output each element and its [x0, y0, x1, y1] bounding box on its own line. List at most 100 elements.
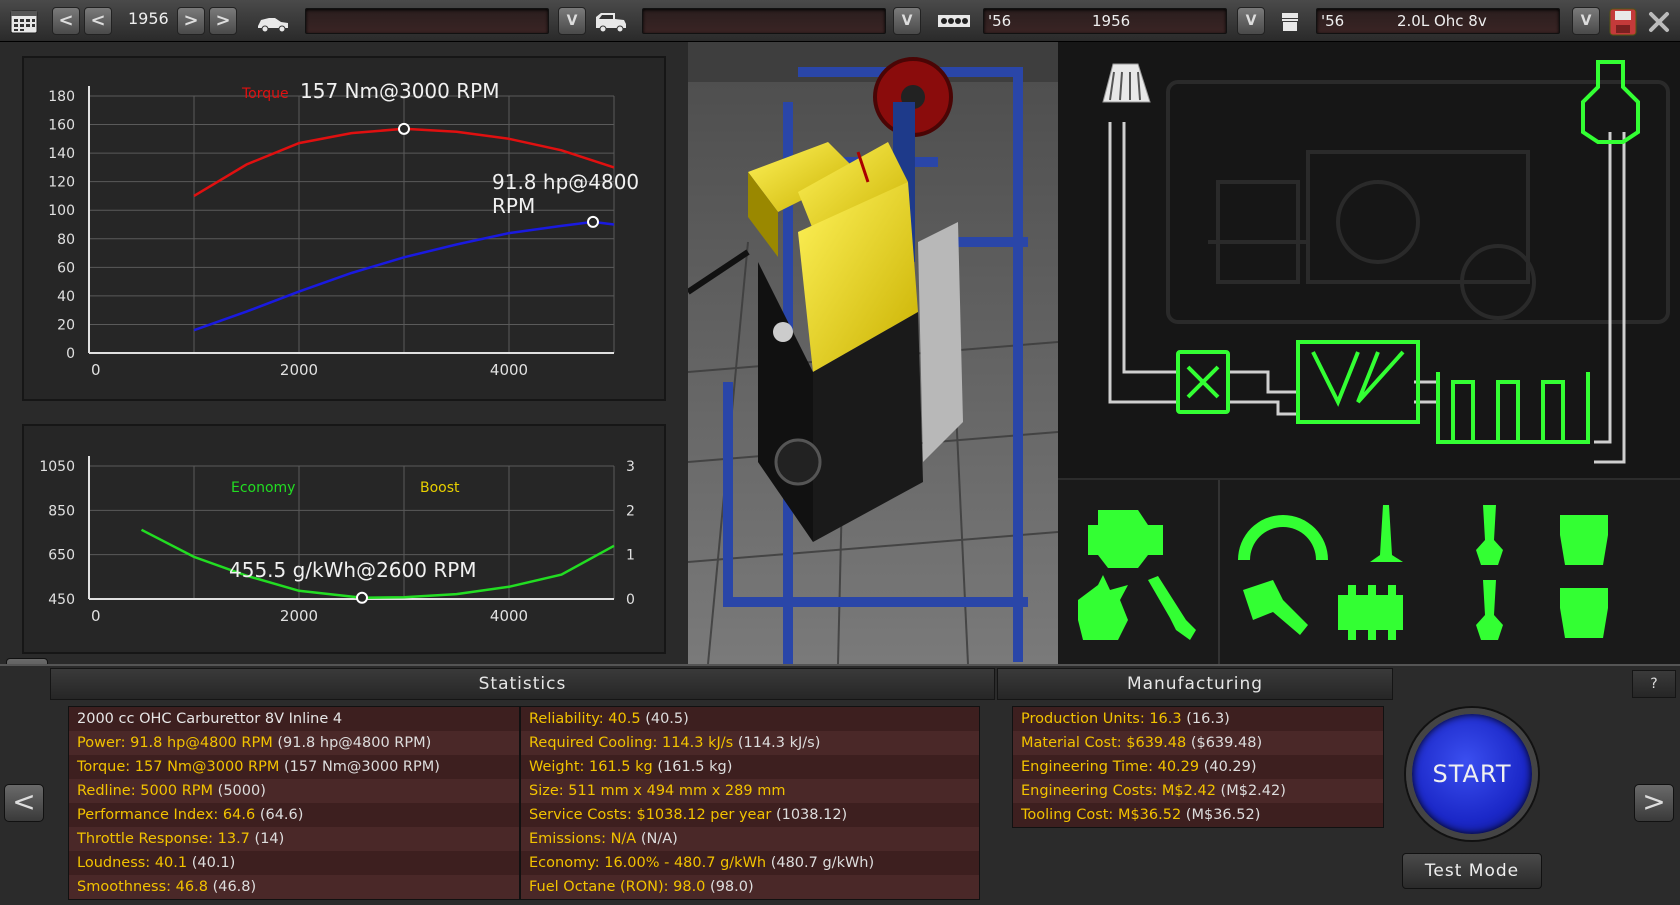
- conrod-icon[interactable]: [1476, 505, 1503, 565]
- engine-schematic: [1058, 42, 1680, 478]
- engine-family-dropdown-button[interactable]: V: [1237, 7, 1265, 35]
- x-tick-label: 4000: [490, 607, 528, 625]
- torque-peak-label: 157 Nm@3000 RPM: [300, 79, 500, 103]
- tuning-wrench-icon[interactable]: [1243, 580, 1308, 635]
- y2-tick-label: 3: [626, 459, 635, 475]
- stat-row-torque: Torque: 157 Nm@3000 RPM (157 Nm@3000 RPM…: [69, 755, 519, 779]
- piston-icon: [1276, 8, 1304, 34]
- y-tick-label: 450: [48, 592, 75, 608]
- car-trim-field[interactable]: [642, 8, 886, 34]
- statistics-list-left: 2000 cc OHC Carburettor 8V Inline 4 Powe…: [68, 706, 520, 900]
- stat-row-emissions: Emissions: N/A (N/A): [521, 827, 979, 851]
- torque-power-chart: 0 20 40 60 80 100 120 140 160 180 0 2000 4000 Torque…: [22, 56, 666, 401]
- year-next-button[interactable]: >: [177, 7, 205, 35]
- y-tick-label: 100: [48, 203, 75, 219]
- y-tick-label: 160: [48, 118, 75, 134]
- year-prev-fast-button[interactable]: <: [52, 7, 80, 35]
- stat-row-power: Power: 91.8 hp@4800 RPM (91.8 hp@4800 RP…: [69, 731, 519, 755]
- engine-render: [688, 42, 1058, 664]
- engine-3d-view[interactable]: [688, 42, 1058, 664]
- bottom-info-panel: Statistics Manufacturing ? < 2000 cc OHC…: [0, 664, 1680, 905]
- spark-plug-icon[interactable]: [1148, 576, 1196, 640]
- y-tick-label: 650: [48, 548, 75, 564]
- mfg-row-engineering-costs: Engineering Costs: M$2.42 (M$2.42): [1013, 779, 1383, 803]
- car-model-field[interactable]: [305, 8, 549, 34]
- engine-parts-panel: [1058, 478, 1680, 666]
- combustion-icon[interactable]: [1078, 575, 1128, 640]
- engine-family-name: 1956: [1092, 12, 1131, 30]
- car-icon: [255, 8, 291, 34]
- economy-legend: Economy: [231, 480, 296, 496]
- car-model-dropdown-button[interactable]: V: [558, 7, 586, 35]
- torque-legend: Torque: [242, 86, 289, 102]
- y-tick-label: 40: [57, 289, 75, 305]
- test-mode-button[interactable]: Test Mode: [1402, 853, 1542, 889]
- close-icon[interactable]: [1644, 8, 1674, 34]
- manufacturing-header: Manufacturing: [997, 668, 1393, 700]
- power-peak-label: 91.8 hp@4800 RPM: [492, 170, 640, 218]
- year-next-fast-button[interactable]: >: [209, 7, 237, 35]
- peak-marker: [398, 122, 410, 135]
- calendar-icon[interactable]: [8, 8, 40, 34]
- stat-row-loudness: Loudness: 40.1 (40.1): [69, 851, 519, 875]
- stat-row-weight: Weight: 161.5 kg (161.5 kg): [521, 755, 979, 779]
- mfg-row-engineering-time: Engineering Time: 40.29 (40.29): [1013, 755, 1383, 779]
- engine-check-icon[interactable]: [1088, 510, 1163, 568]
- x-tick-label: 0: [91, 361, 101, 379]
- piston-part-icon[interactable]: [1560, 515, 1608, 565]
- y-tick-label: 80: [57, 232, 75, 248]
- engine-variant-year: '56: [1321, 12, 1345, 30]
- van-icon: [593, 8, 629, 34]
- mfg-row-material-cost: Material Cost: $639.48 ($639.48): [1013, 731, 1383, 755]
- torque-power-chart-svg: 0 20 40 60 80 100 120 140 160 180 0 2000 4000: [48, 86, 615, 379]
- help-button[interactable]: ?: [1632, 670, 1676, 698]
- year-prev-button[interactable]: <: [84, 7, 112, 35]
- gauge-icon[interactable]: [1238, 515, 1328, 560]
- mfg-row-tooling-cost: Tooling Cost: M$36.52 (M$36.52): [1013, 803, 1383, 827]
- stat-row-service-costs: Service Costs: $1038.12 per year (1038.1…: [521, 803, 979, 827]
- x-tick-label: 0: [91, 607, 101, 625]
- conrod-lower-icon[interactable]: [1476, 580, 1503, 640]
- stat-row-size: Size: 511 mm x 494 mm x 289 mm: [521, 779, 979, 803]
- top-toolbar: < < 1956 > > V V '56 1956 V '56 2.0L Ohc…: [0, 0, 1680, 42]
- x-tick-label: 2000: [280, 607, 318, 625]
- stat-row-throttle-response: Throttle Response: 13.7 (14): [69, 827, 519, 851]
- y-tick-label: 850: [48, 503, 75, 519]
- boost-legend: Boost: [420, 480, 460, 496]
- engine-variant-name: 2.0L Ohc 8v: [1397, 12, 1487, 30]
- manufacturing-list: Production Units: 16.3 (16.3) Material C…: [1012, 706, 1384, 828]
- stats-next-button[interactable]: >: [1634, 784, 1674, 822]
- graph-panel: 0 20 40 60 80 100 120 140 160 180 0 2000 4000 Torque…: [0, 42, 688, 694]
- stats-prev-button[interactable]: <: [4, 784, 44, 822]
- piston-lower-icon[interactable]: [1560, 588, 1608, 638]
- engine-variant-field[interactable]: '56 2.0L Ohc 8v: [1316, 8, 1560, 34]
- peak-marker: [356, 591, 368, 604]
- y-tick-label: 180: [48, 89, 75, 105]
- x-tick-label: 2000: [280, 361, 318, 379]
- y-tick-label: 1050: [39, 459, 75, 475]
- y-tick-label: 140: [48, 146, 75, 162]
- y-tick-label: 20: [57, 317, 75, 333]
- save-icon[interactable]: [1608, 8, 1638, 36]
- statistics-header: Statistics: [50, 668, 995, 700]
- engine-description: 2000 cc OHC Carburettor 8V Inline 4: [69, 707, 519, 731]
- economy-chart: 450 650 850 1050 0 1 2 3 0 2000 4000 Economy Boost…: [22, 424, 666, 654]
- start-button[interactable]: START: [1406, 708, 1538, 840]
- year-value: 1956: [128, 9, 169, 28]
- valve-icon[interactable]: [1370, 505, 1403, 562]
- stat-row-fuel-octane: Fuel Octane (RON): 98.0 (98.0): [521, 875, 979, 899]
- economy-chart-svg: 450 650 850 1050 0 1 2 3 0 2000 4000: [39, 456, 635, 625]
- camshaft-icon[interactable]: [1338, 585, 1403, 640]
- peak-marker: [587, 215, 599, 228]
- stat-row-reliability: Reliability: 40.5 (40.5): [521, 707, 979, 731]
- y-tick-label: 60: [57, 260, 75, 276]
- car-trim-dropdown-button[interactable]: V: [893, 7, 921, 35]
- y-tick-label: 0: [66, 346, 75, 362]
- mfg-row-production-units: Production Units: 16.3 (16.3): [1013, 707, 1383, 731]
- y2-tick-label: 2: [626, 503, 635, 519]
- engine-family-year: '56: [988, 12, 1012, 30]
- engine-family-field[interactable]: '56 1956: [983, 8, 1227, 34]
- engine-variant-dropdown-button[interactable]: V: [1572, 7, 1600, 35]
- engine-block-icon: [935, 8, 973, 34]
- stat-row-economy: Economy: 16.00% - 480.7 g/kWh (480.7 g/k…: [521, 851, 979, 875]
